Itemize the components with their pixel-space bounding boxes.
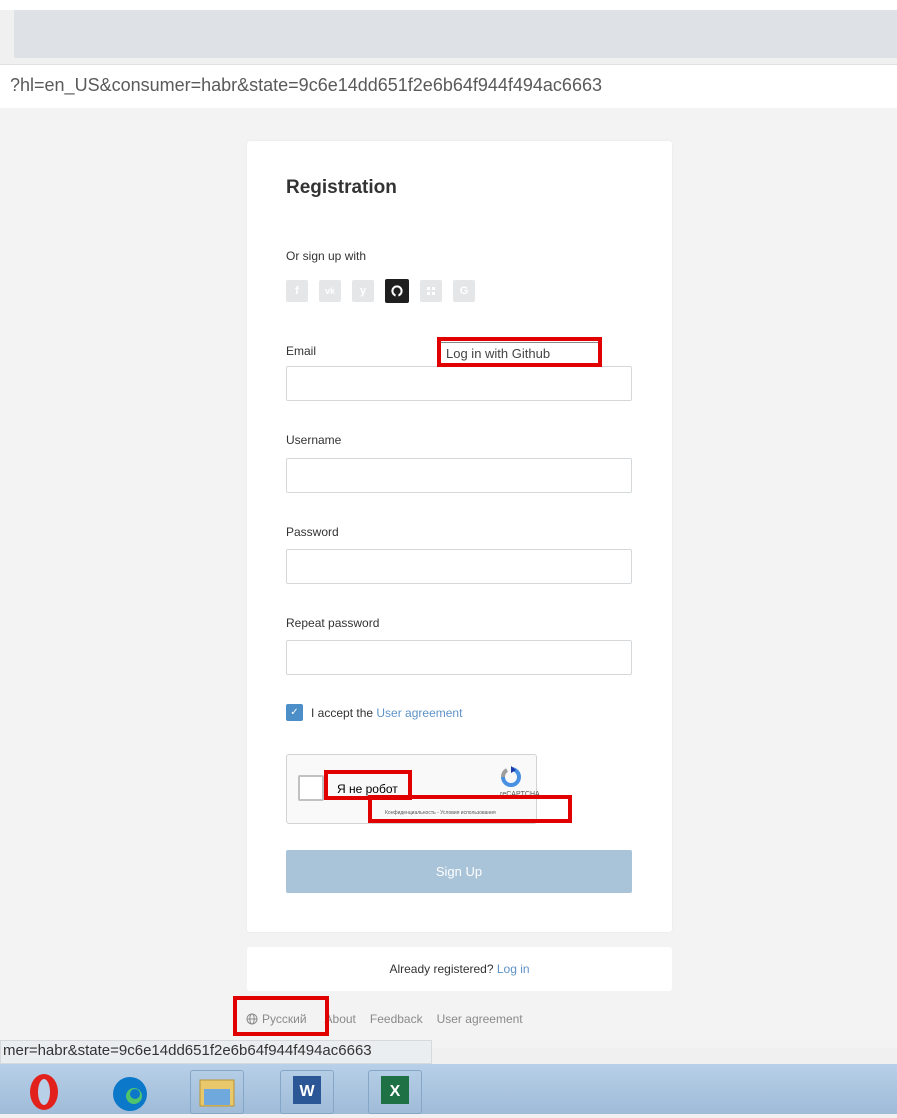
excel-taskbar-button[interactable]: X	[368, 1070, 422, 1114]
edge-taskbar-button[interactable]	[104, 1070, 156, 1112]
recaptcha-logo-icon	[500, 766, 521, 787]
google-icon: G	[459, 285, 469, 297]
accept-text: I accept the	[311, 706, 377, 720]
svg-text:X: X	[390, 1083, 401, 1100]
page-title: Registration	[286, 177, 397, 198]
address-bar-url[interactable]: ?hl=en_US&consumer=habr&state=9c6e14dd65…	[10, 75, 602, 96]
facebook-button[interactable]: f	[286, 280, 308, 302]
github-tooltip-highlight	[437, 337, 602, 367]
word-taskbar-button[interactable]: W	[280, 1070, 334, 1114]
twitter-button[interactable]: y	[352, 280, 374, 302]
sign-up-button[interactable]: Sign Up	[286, 850, 632, 893]
excel-icon: X	[381, 1076, 409, 1104]
vk-button[interactable]: vk	[319, 280, 341, 302]
taskbar: W X	[0, 1064, 897, 1114]
accept-agreement: I accept the User agreement	[311, 706, 462, 720]
about-link[interactable]: About	[325, 1012, 356, 1026]
browser-tab-strip[interactable]	[14, 10, 897, 58]
window-top-strip	[0, 0, 897, 10]
vk-icon: vk	[324, 286, 335, 296]
status-bar-url: mer=habr&state=9c6e14dd651f2e6b64f944f49…	[0, 1040, 432, 1064]
word-icon: W	[293, 1076, 321, 1104]
email-field[interactable]	[286, 366, 632, 401]
svg-text:W: W	[299, 1083, 315, 1100]
captcha-terms-highlight	[368, 795, 572, 823]
twitter-icon: y	[359, 285, 367, 297]
github-icon	[391, 285, 403, 297]
feedback-link[interactable]: Feedback	[370, 1012, 423, 1026]
login-prompt-card: Already registered? Log in	[247, 947, 672, 991]
checkmark-icon: ✓	[290, 707, 299, 718]
already-registered-text: Already registered?	[389, 962, 497, 976]
username-field[interactable]	[286, 458, 632, 493]
social-buttons: f vk y G	[286, 279, 475, 303]
log-in-link[interactable]: Log in	[497, 962, 530, 976]
social-signup-label: Or sign up with	[286, 249, 367, 263]
folder-icon	[199, 1079, 235, 1107]
google-button[interactable]: G	[453, 280, 475, 302]
user-agreement-link[interactable]: User agreement	[376, 706, 462, 720]
password-field[interactable]	[286, 549, 632, 584]
footer-user-agreement-link[interactable]: User agreement	[437, 1012, 523, 1026]
language-highlight	[233, 996, 329, 1036]
accept-checkbox[interactable]: ✓	[286, 704, 303, 721]
address-bar[interactable]: ?hl=en_US&consumer=habr&state=9c6e14dd65…	[0, 64, 897, 110]
recaptcha-checkbox[interactable]	[298, 775, 324, 801]
github-button[interactable]	[385, 279, 409, 303]
opera-icon	[30, 1074, 58, 1110]
opera-taskbar-button[interactable]	[18, 1070, 70, 1112]
explorer-taskbar-button[interactable]	[190, 1070, 244, 1114]
edge-icon	[113, 1077, 147, 1111]
facebook-icon: f	[295, 285, 299, 297]
live-icon	[427, 287, 435, 295]
password-label: Password	[286, 525, 339, 539]
repeat-password-label: Repeat password	[286, 616, 380, 630]
live-button[interactable]	[420, 280, 442, 302]
email-label: Email	[286, 344, 317, 358]
username-label: Username	[286, 433, 342, 447]
repeat-password-field[interactable]	[286, 640, 632, 675]
